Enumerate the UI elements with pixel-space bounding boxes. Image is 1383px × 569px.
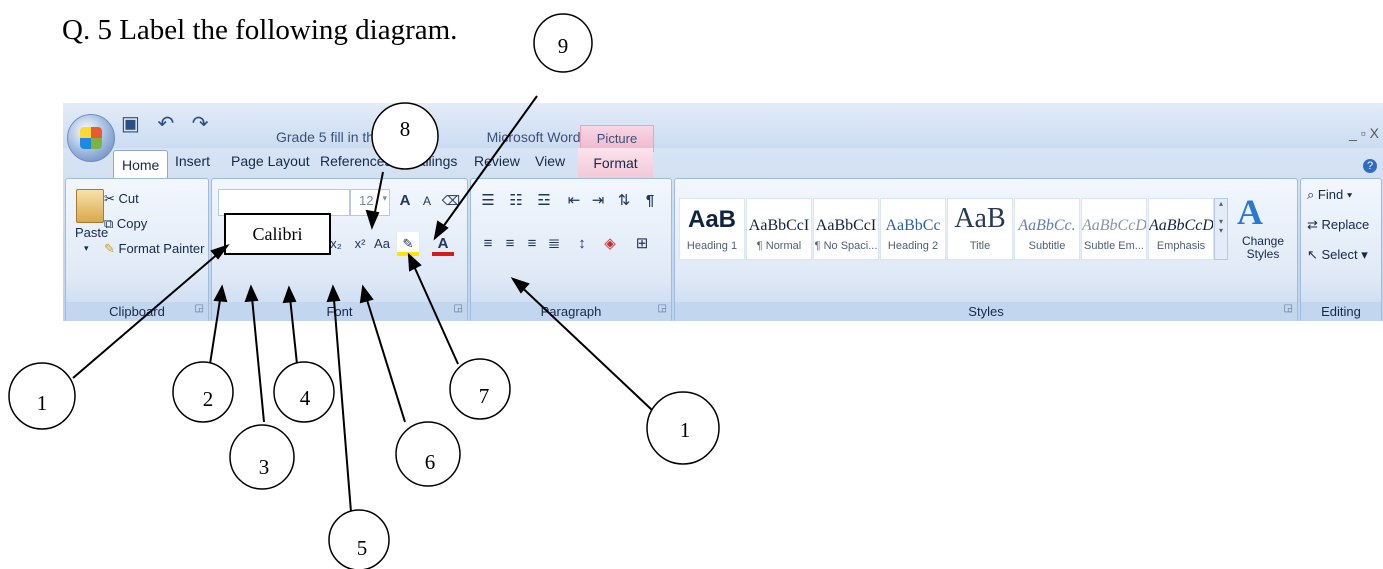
- arrow-9: [434, 95, 538, 239]
- arrow-6: [362, 286, 406, 423]
- label-number-8: 8: [400, 117, 411, 141]
- arrowhead-6: [359, 284, 374, 304]
- arrowhead-5: [326, 284, 341, 303]
- office-logo-icon: [80, 127, 102, 149]
- label-number-5: 5: [357, 536, 368, 560]
- label-number-6: 6: [425, 450, 436, 474]
- arrowhead-3: [244, 284, 259, 303]
- arrow-1: [72, 245, 228, 379]
- arrowhead-7: [407, 252, 422, 272]
- arrow-3: [250, 286, 265, 423]
- arrowhead-2: [213, 284, 228, 303]
- label-number-9: 9: [558, 34, 569, 58]
- label-overlay: 1 2 3 4 5 6 7 8 9 1: [8, 13, 720, 569]
- label-number-10: 1: [680, 418, 691, 442]
- arrow-10: [512, 278, 653, 411]
- arrowhead-8: [365, 209, 380, 230]
- arrowhead-4: [282, 285, 297, 304]
- office-button[interactable]: [67, 114, 115, 162]
- arrow-7: [408, 254, 459, 365]
- label-number-3: 3: [259, 455, 270, 479]
- label-number-4: 4: [300, 386, 311, 410]
- arrow-5: [332, 286, 352, 513]
- label-number-7: 7: [479, 384, 490, 408]
- label-number-1: 1: [37, 391, 48, 415]
- label-number-2: 2: [203, 387, 214, 411]
